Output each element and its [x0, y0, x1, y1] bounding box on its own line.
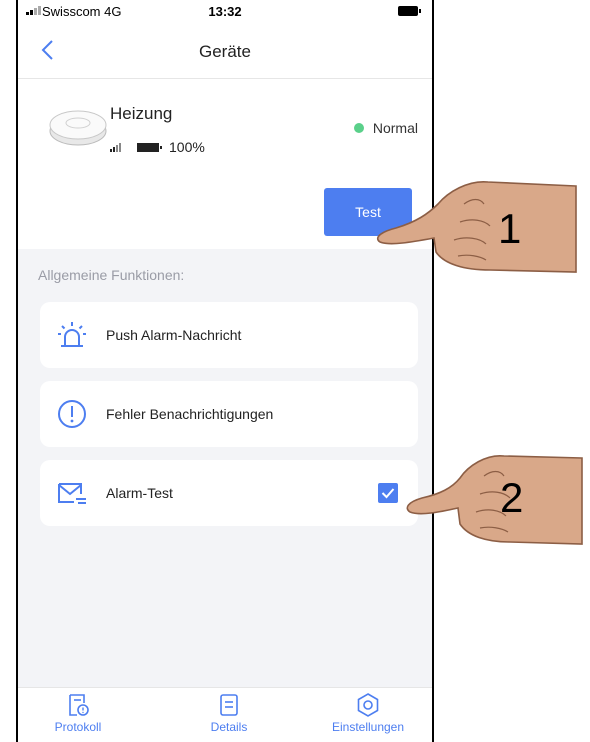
tab-details[interactable]: Details [179, 692, 279, 734]
battery-percent: 100% [169, 139, 205, 155]
mail-icon [58, 483, 86, 504]
tab-label: Details [210, 720, 248, 734]
siren-icon [58, 322, 86, 347]
pointing-hand-icon [406, 455, 583, 545]
pointing-hand-icon [376, 181, 577, 273]
phone-screen: Swisscom 4G 13:32 Geräte Heizung 100% No… [16, 0, 434, 742]
tab-protokoll[interactable]: Protokoll [28, 692, 128, 734]
smoke-detector-icon [49, 110, 107, 146]
device-signal-battery: 100% [110, 139, 205, 155]
log-icon [69, 694, 89, 716]
signal-strength-icon [110, 142, 121, 152]
warning-icon [58, 400, 86, 428]
nav-bar: Geräte [18, 24, 432, 79]
tab-einstellungen[interactable]: Einstellungen [318, 692, 418, 734]
tab-label: Einstellungen [331, 720, 405, 734]
device-status: Normal [353, 120, 418, 136]
status-text: Normal [372, 120, 418, 136]
tab-bar: Protokoll Details Einstellungen [18, 687, 432, 742]
tab-label: Protokoll [54, 720, 102, 734]
function-label: Fehler Benachrichtigungen [106, 406, 274, 422]
status-time: 13:32 [208, 4, 242, 19]
device-battery-icon [137, 142, 162, 152]
function-error-notifications[interactable]: Fehler Benachrichtigungen [40, 381, 418, 447]
function-label: Alarm-Test [106, 485, 173, 501]
device-name: Heizung [110, 104, 173, 123]
checkbox-checked[interactable] [378, 483, 398, 503]
annotation-number-1: 1 [498, 205, 522, 252]
function-label: Push Alarm-Nachricht [106, 327, 242, 343]
battery-icon [398, 6, 421, 16]
status-bar: Swisscom 4G 13:32 [18, 0, 432, 24]
function-push-alarm[interactable]: Push Alarm-Nachricht [40, 302, 418, 368]
status-dot-icon [353, 123, 364, 133]
page-title: Geräte [199, 42, 251, 61]
annotation-number-2: 2 [500, 474, 524, 521]
section-title: Allgemeine Funktionen: [38, 267, 185, 283]
gear-icon [357, 693, 379, 717]
details-icon [220, 694, 238, 716]
function-alarm-test[interactable]: Alarm-Test [40, 460, 418, 526]
